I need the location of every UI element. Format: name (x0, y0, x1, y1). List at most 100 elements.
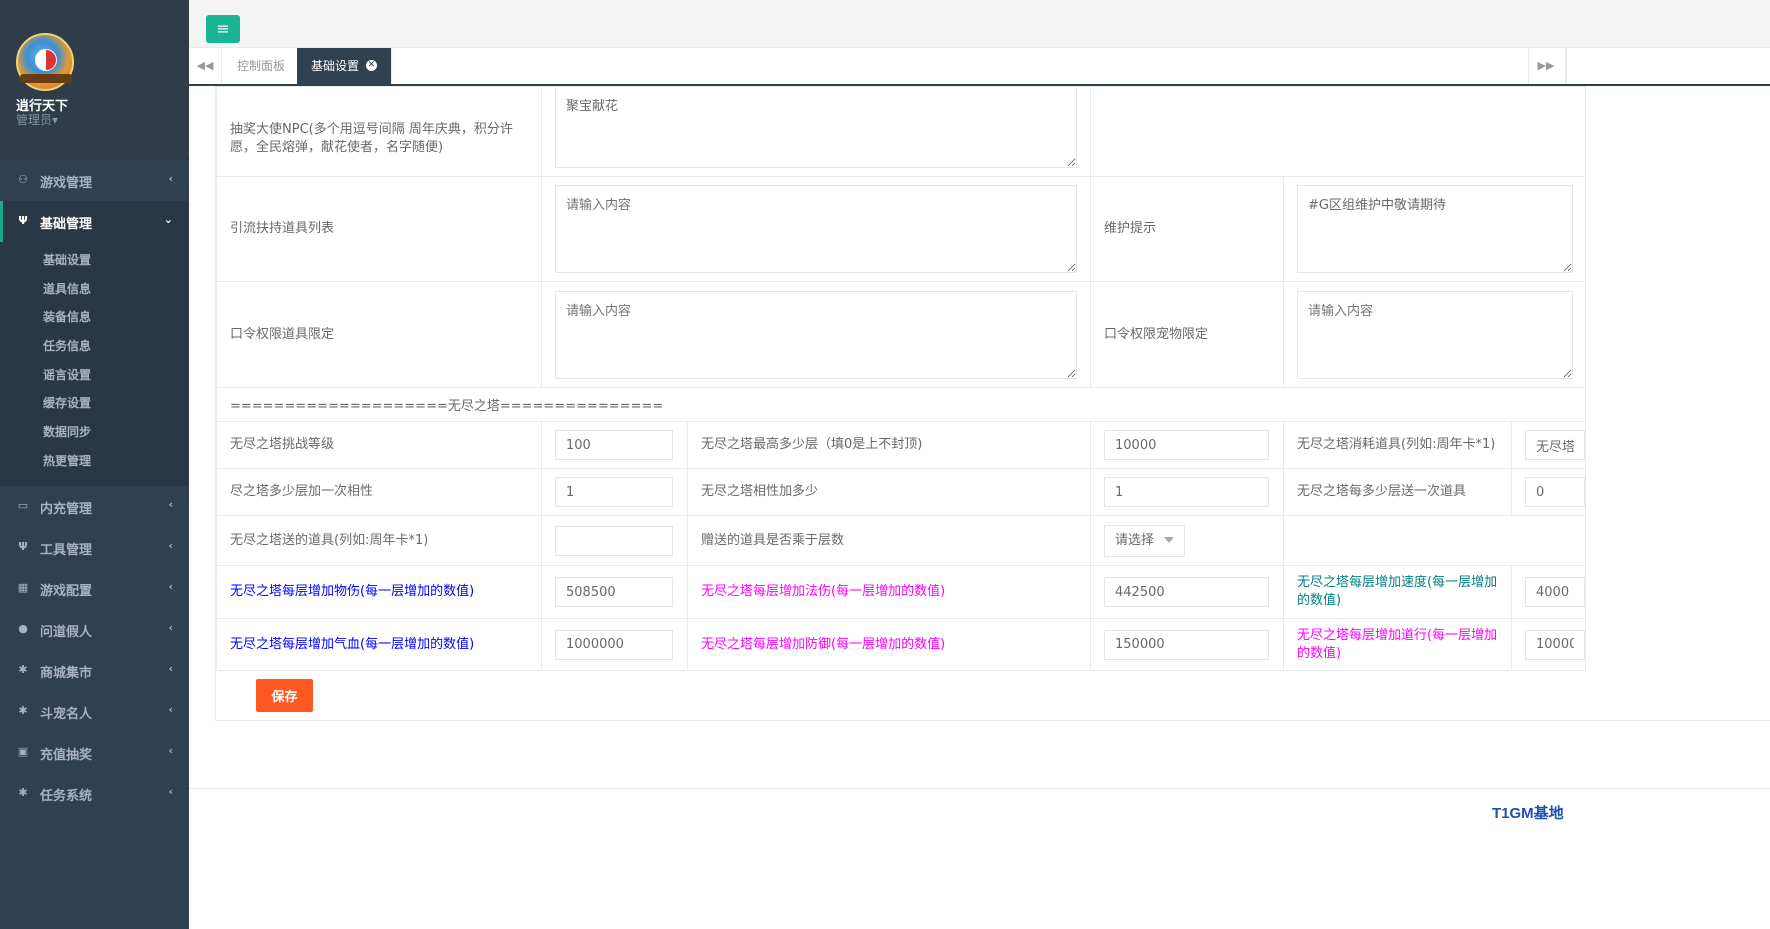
submenu-item-rumor-settings[interactable]: 谣言设置 (0, 361, 189, 390)
caret-down-icon (1164, 537, 1175, 543)
submenu-item-equipment-info[interactable]: 装备信息 (0, 303, 189, 332)
submenu-basic-management: 基础设置 道具信息 装备信息 任务信息 谣言设置 缓存设置 数据同步 热更管理 (0, 242, 189, 486)
sidebar-item-game-management[interactable]: ⚇ 游戏管理 ‹ (0, 160, 189, 201)
form-cell (541, 618, 688, 671)
maintenance-label: 维护提示 (1090, 176, 1284, 282)
tower-max-label: 无尽之塔最高多少层（填0是上不封顶) (687, 421, 1091, 469)
tower-def-input[interactable] (1104, 629, 1269, 660)
form-cell (1283, 281, 1586, 388)
select-value: 请选择 (1115, 532, 1155, 548)
form-row: 无尽之塔每层增加物伤(每一层增加的数值) 无尽之塔每层增加法伤(每一层增加的数值… (216, 565, 1586, 619)
cmd-items-textarea[interactable] (555, 290, 1077, 379)
form-row: 抽奖大使NPC(多个用逗号间隔 周年庆典，积分许愿，全民熔弹，献花使者，名字随便… (216, 86, 1586, 177)
form-cell (541, 468, 688, 516)
tower-affinity-every-input[interactable] (555, 477, 673, 507)
chevron-left-icon: ‹ (168, 620, 173, 634)
taiji-avatar-icon[interactable] (16, 33, 74, 91)
form-cell (541, 281, 1091, 388)
cutlery-icon: Ψ (18, 214, 28, 227)
tower-gift-input[interactable] (555, 525, 673, 556)
chevron-left-icon: ‹ (168, 661, 173, 675)
cmd-items-label: 口令权限道具限定 (216, 281, 542, 388)
lottery-npc-label: 抽奖大使NPC(多个用逗号间隔 周年庆典，积分许愿，全民熔弹，献花使者，名字随便… (216, 86, 542, 177)
tower-consume-input[interactable] (1525, 430, 1585, 460)
form-row: 无尽之塔挑战等级 无尽之塔最高多少层（填0是上不封顶) 无尽之塔消耗道具(列如:… (216, 421, 1586, 469)
tab-dashboard[interactable]: 控制面板 (223, 48, 301, 84)
chevron-left-icon: ‹ (168, 579, 173, 593)
profile-panel: 逍行天下 管理员▾ (0, 0, 189, 160)
tabs-scroll-right-icon[interactable]: ▶▶ (1528, 48, 1563, 84)
sidebar-item-recharge-lottery[interactable]: ▣ 充值抽奖 ‹ (0, 732, 189, 773)
sidebar-item-fake-players[interactable]: ● 问道假人 ‹ (0, 609, 189, 650)
page-tabs-bar: ◀◀ 控制面板 基础设置 ✕ ▶▶ (189, 48, 1770, 86)
tower-phys-label: 无尽之塔每层增加物伤(每一层增加的数值) (216, 565, 542, 619)
sidebar-item-mall-market[interactable]: ✱ 商城集市 ‹ (0, 650, 189, 691)
sidebar-item-task-system[interactable]: ✱ 任务系统 ‹ (0, 773, 189, 814)
cmd-pets-label: 口令权限宠物限定 (1090, 281, 1284, 388)
sidebar-item-label: 问道假人 (40, 624, 93, 640)
traffic-items-textarea[interactable] (555, 185, 1077, 273)
tabs-divider (1565, 48, 1567, 84)
form-cell (541, 565, 688, 619)
submenu-item-cache-settings[interactable]: 缓存设置 (0, 389, 189, 418)
submenu-item-basic-settings[interactable]: 基础设置 (0, 246, 189, 275)
maintenance-textarea[interactable]: #G区组维护中敬请期待 (1297, 185, 1573, 273)
tower-max-input[interactable] (1104, 430, 1269, 460)
close-icon[interactable]: ✕ (365, 60, 377, 71)
tower-level-input[interactable] (555, 430, 673, 460)
tabs-scroll-left-icon[interactable]: ◀◀ (189, 48, 222, 84)
sidebar: 逍行天下 管理员▾ ⚇ 游戏管理 ‹ Ψ 基础管理 ⌄ 基础设置 道具信息 装备… (0, 0, 189, 929)
tower-level-label: 无尽之塔挑战等级 (216, 421, 542, 469)
sidebar-item-label: 工具管理 (40, 542, 93, 558)
sidebar-item-recharge-management[interactable]: ▭ 内充管理 ‹ (0, 486, 189, 527)
watermark-text: T1GM基地 (1492, 805, 1564, 822)
sidebar-item-label: 任务系统 (40, 788, 93, 804)
chevron-left-icon: ‹ (168, 743, 173, 757)
sidebar-item-label: 基础管理 (40, 217, 93, 232)
form-cell (1511, 565, 1586, 619)
tower-phys-input[interactable] (555, 577, 673, 607)
sidebar-item-tool-management[interactable]: Ψ 工具管理 ‹ (0, 527, 189, 568)
tower-dao-input[interactable] (1525, 629, 1585, 660)
user-icon: ● (18, 621, 28, 635)
cutlery-icon: Ψ (18, 539, 28, 553)
chevron-left-icon: ‹ (168, 702, 173, 716)
form-cell (1090, 618, 1284, 671)
save-button[interactable]: 保存 (256, 679, 313, 712)
sidebar-item-game-config[interactable]: ▦ 游戏配置 ‹ (0, 568, 189, 609)
submenu-item-data-sync[interactable]: 数据同步 (0, 418, 189, 447)
sidebar-item-basic-management[interactable]: Ψ 基础管理 ⌄ (0, 201, 189, 242)
cmd-pets-textarea[interactable] (1297, 290, 1573, 379)
tower-speed-input[interactable] (1525, 577, 1585, 607)
profile-role-dropdown[interactable]: 管理员▾ (16, 111, 58, 128)
form-cell: #G区组维护中敬请期待 (1283, 176, 1586, 282)
menu-toggle-button[interactable]: ≡ (206, 15, 240, 43)
form-cell (541, 176, 1091, 282)
form-cell (1511, 421, 1586, 469)
tower-magic-input[interactable] (1104, 577, 1269, 607)
gear-icon: ✱ (18, 703, 28, 717)
form-cell (1090, 421, 1284, 469)
tab-basic-settings[interactable]: 基础设置 ✕ (297, 48, 392, 84)
lottery-npc-textarea[interactable]: 聚宝献花 (555, 87, 1077, 168)
sidebar-item-label: 内充管理 (40, 501, 93, 517)
form-row: ====================无尽之塔=============== (216, 387, 1586, 422)
sidebar-menu: ⚇ 游戏管理 ‹ Ψ 基础管理 ⌄ 基础设置 道具信息 装备信息 任务信息 谣言… (0, 160, 189, 814)
tower-item-every-input[interactable] (1525, 477, 1585, 507)
sidebar-item-label: 充值抽奖 (40, 747, 93, 763)
tower-def-label: 无尽之塔每层增加防御(每一层增加的数值) (687, 618, 1091, 671)
settings-form-table: 抽奖大使NPC(多个用逗号间隔 周年庆典，积分许愿，全民熔弹，献花使者，名字随便… (216, 86, 1586, 671)
tower-multiply-label: 赠送的道具是否乘于层数 (687, 515, 1091, 566)
tower-multiply-select[interactable]: 请选择 (1104, 524, 1186, 557)
tower-dao-label: 无尽之塔每层增加道行(每一层增加的数值) (1283, 618, 1512, 671)
submenu-item-item-info[interactable]: 道具信息 (0, 275, 189, 304)
sidebar-item-label: 商城集市 (40, 665, 93, 681)
grid-icon: ▦ (17, 580, 29, 594)
tower-hp-input[interactable] (555, 629, 673, 660)
sidebar-item-pet-famous[interactable]: ✱ 斗宠名人 ‹ (0, 691, 189, 732)
chevron-down-icon: ⌄ (163, 213, 173, 226)
tower-affinity-add-input[interactable] (1104, 477, 1269, 507)
submenu-item-hot-update[interactable]: 热更管理 (0, 447, 189, 476)
chevron-left-icon: ‹ (168, 784, 173, 798)
submenu-item-task-info[interactable]: 任务信息 (0, 332, 189, 361)
